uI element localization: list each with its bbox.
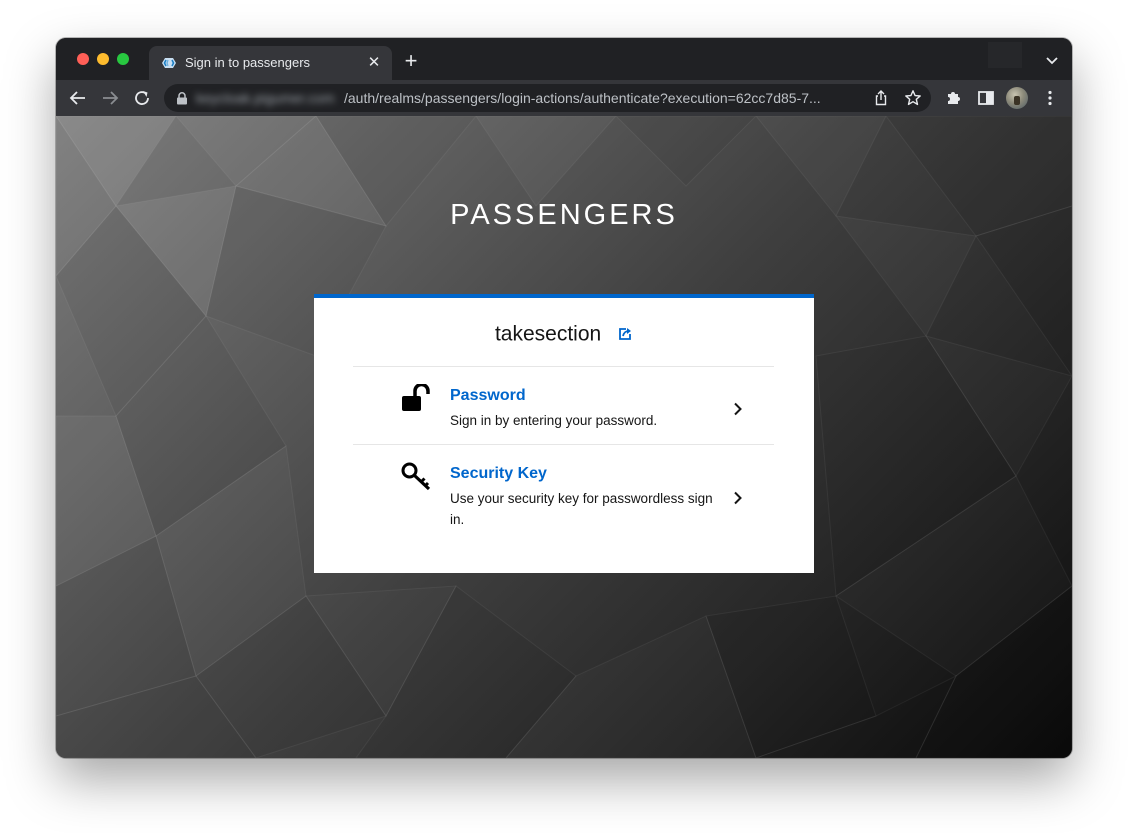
close-window-button[interactable] xyxy=(77,53,89,65)
reload-icon[interactable] xyxy=(130,86,154,110)
zoom-window-button[interactable] xyxy=(117,53,129,65)
url-host: keycloak.pigumer.com xyxy=(196,90,335,106)
chevron-down-icon[interactable] xyxy=(1044,52,1060,68)
tabstrip-spacer xyxy=(988,42,1022,68)
security-key-option-description: Use your security key for passwordless s… xyxy=(450,491,713,527)
security-key-option-title[interactable]: Security Key xyxy=(450,465,547,483)
chevron-right-icon[interactable] xyxy=(733,491,743,505)
password-option-title[interactable]: Password xyxy=(450,387,526,405)
password-option-description: Sign in by entering your password. xyxy=(450,413,658,428)
browser-window: Sign in to passengers ✕ + keycloak.pigum… xyxy=(56,38,1072,758)
url-path: /auth/realms/passengers/login-actions/au… xyxy=(344,90,821,106)
address-bar[interactable]: keycloak.pigumer.com /auth/realms/passen… xyxy=(164,84,931,112)
key-icon xyxy=(401,462,431,491)
minimize-window-button[interactable] xyxy=(97,53,109,65)
new-tab-button[interactable]: + xyxy=(400,50,422,72)
attempted-username: takesection xyxy=(494,322,602,346)
login-card: takesection Password Sign in by entering… xyxy=(314,294,814,573)
divider xyxy=(353,366,774,367)
tab-active[interactable]: Sign in to passengers ✕ xyxy=(149,46,392,80)
star-icon[interactable] xyxy=(904,89,922,107)
login-page: PASSENGERS takesection Password Sign in … xyxy=(56,116,1072,758)
lock-icon[interactable] xyxy=(176,92,188,105)
password-option[interactable]: Password Sign in by entering your passwo… xyxy=(353,384,774,442)
tab-close-icon[interactable]: ✕ xyxy=(364,53,384,73)
forward-arrow-icon[interactable] xyxy=(98,86,122,110)
reset-login-icon[interactable] xyxy=(617,326,633,342)
unlock-icon xyxy=(402,384,430,411)
kebab-menu-icon[interactable] xyxy=(1038,86,1062,110)
card-header: takesection xyxy=(314,322,814,346)
realm-title: PASSENGERS xyxy=(450,199,678,231)
keycloak-favicon-icon xyxy=(162,58,176,68)
chevron-right-icon[interactable] xyxy=(733,402,743,416)
side-panel-icon[interactable] xyxy=(974,86,998,110)
profile-avatar[interactable] xyxy=(1006,87,1028,109)
tab-strip: Sign in to passengers ✕ + xyxy=(56,38,1072,80)
share-icon[interactable] xyxy=(872,89,890,107)
browser-toolbar: keycloak.pigumer.com /auth/realms/passen… xyxy=(56,80,1072,116)
tab-title: Sign in to passengers xyxy=(185,55,311,70)
security-key-option[interactable]: Security Key Use your security key for p… xyxy=(353,462,774,535)
divider xyxy=(353,444,774,445)
back-arrow-icon[interactable] xyxy=(66,86,90,110)
puzzle-icon[interactable] xyxy=(942,86,966,110)
